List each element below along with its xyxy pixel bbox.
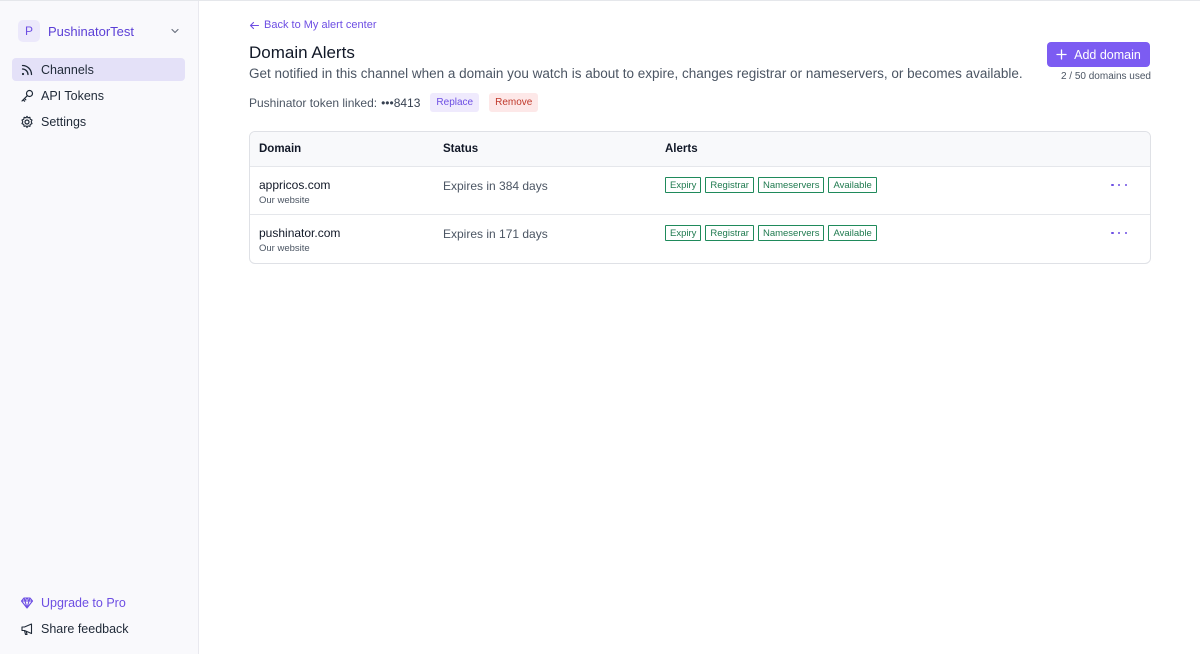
plus-icon: [1056, 49, 1067, 60]
sidebar-item-label: Settings: [41, 114, 87, 129]
share-feedback-link[interactable]: Share feedback: [12, 617, 185, 640]
alert-tag-expiry: Expiry: [665, 225, 702, 241]
token-value: •••8413: [381, 95, 421, 110]
domain-note: Our website: [259, 195, 310, 206]
alert-tag-available: Available: [828, 225, 877, 241]
domain-cell: appricos.com Our website: [259, 178, 330, 206]
more-dot-icon: [1124, 231, 1127, 235]
domains-usage: 2 / 50 domains used: [1060, 71, 1151, 82]
alert-tag-expiry: Expiry: [665, 177, 702, 193]
upgrade-link[interactable]: Upgrade to Pro: [12, 591, 185, 614]
token-row: Pushinator token linked: •••8413 Replace…: [249, 93, 539, 112]
status-cell: Expires in 171 days: [443, 227, 548, 241]
more-dot-icon: [1111, 183, 1114, 187]
sidebar-bottom: Upgrade to Pro Share feedback: [12, 591, 185, 643]
column-header-domain: Domain: [259, 143, 302, 155]
sidebar-item-settings[interactable]: Settings: [12, 110, 185, 133]
workspace-name: PushinatorTest: [48, 23, 134, 39]
page-subtitle: Get notified in this channel when a doma…: [249, 66, 1023, 81]
page-title: Domain Alerts: [249, 43, 355, 62]
main-content: Back to My alert center Domain Alerts Ge…: [249, 0, 1151, 654]
sidebar: P PushinatorTest Channels API Tokens Set…: [0, 1, 199, 654]
table-row: appricos.com Our website Expires in 384 …: [250, 167, 1150, 215]
back-link-label: Back to My alert center: [264, 19, 377, 31]
table-row: pushinator.com Our website Expires in 17…: [250, 215, 1150, 263]
alert-tag-registrar: Registrar: [705, 225, 754, 241]
more-dot-icon: [1111, 231, 1114, 235]
workspace-switcher[interactable]: P PushinatorTest: [12, 19, 187, 43]
diamond-icon: [20, 596, 34, 609]
back-link[interactable]: Back to My alert center: [249, 19, 377, 31]
alert-tag-available: Available: [828, 177, 877, 193]
more-dot-icon: [1117, 183, 1121, 187]
workspace-avatar: P: [18, 20, 40, 42]
add-domain-button[interactable]: Add domain: [1047, 42, 1150, 67]
upgrade-label: Upgrade to Pro: [41, 595, 126, 610]
sidebar-item-api-tokens[interactable]: API Tokens: [12, 84, 185, 107]
sidebar-item-label: API Tokens: [41, 88, 105, 103]
add-domain-label: Add domain: [1074, 47, 1141, 62]
sidebar-nav: Channels API Tokens Settings: [12, 58, 185, 136]
chevron-down-icon: [171, 28, 179, 34]
column-header-status: Status: [443, 143, 479, 155]
alerts-cell: Expiry Registrar Nameservers Available: [665, 177, 881, 193]
alert-tag-registrar: Registrar: [705, 177, 754, 193]
domain-name: pushinator.com: [259, 226, 341, 240]
arrow-left-icon: [249, 21, 260, 29]
gear-icon: [21, 115, 33, 128]
token-label: Pushinator token linked:: [249, 95, 378, 110]
row-actions-menu[interactable]: [1111, 229, 1127, 237]
domain-note: Our website: [259, 243, 310, 254]
more-dot-icon: [1124, 183, 1127, 187]
row-actions-menu[interactable]: [1111, 181, 1127, 189]
domain-cell: pushinator.com Our website: [259, 226, 340, 254]
domains-table: Domain Status Alerts appricos.com Our we…: [249, 131, 1151, 264]
sidebar-item-channels[interactable]: Channels: [12, 58, 185, 81]
rss-icon: [21, 64, 33, 75]
column-header-alerts: Alerts: [665, 143, 698, 155]
domain-name: appricos.com: [259, 178, 331, 192]
sidebar-item-label: Channels: [41, 62, 94, 77]
replace-token-button[interactable]: Replace: [430, 93, 480, 112]
alert-tag-nameservers: Nameservers: [757, 177, 825, 193]
alert-tag-nameservers: Nameservers: [757, 225, 825, 241]
feedback-label: Share feedback: [41, 621, 129, 636]
megaphone-icon: [21, 622, 33, 635]
more-dot-icon: [1117, 231, 1121, 235]
key-icon: [21, 89, 34, 102]
table-header: Domain Status Alerts: [250, 132, 1150, 167]
alerts-cell: Expiry Registrar Nameservers Available: [665, 225, 881, 241]
remove-token-button[interactable]: Remove: [489, 93, 539, 112]
status-cell: Expires in 384 days: [443, 179, 548, 193]
